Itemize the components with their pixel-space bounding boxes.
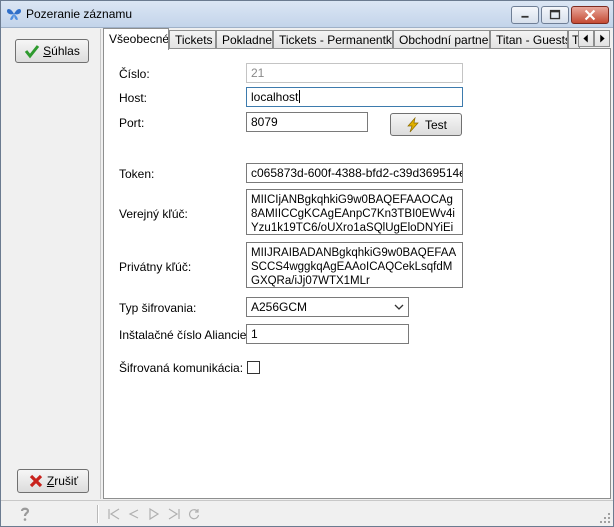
next-record-icon [149,507,160,521]
private-key-textarea[interactable]: MIIJRAIBADANBgkqhkiG9w0BAQEFAASCCS4wggkq… [246,242,463,288]
install-number-input[interactable]: 1 [246,324,409,344]
cancel-button-label: Zrušiť [46,474,79,488]
butterfly-app-icon [7,9,21,20]
record-view-window: Pozeranie záznamu Súhlas Zrušiť Všeobecn… [0,0,614,527]
ok-button[interactable]: Súhlas [15,39,89,63]
maximize-icon [549,9,561,20]
general-tab-page: Číslo: 21 Host: localhost Port: 8079 Tes… [103,48,611,499]
test-button-label: Test [424,117,447,132]
chevron-down-icon [394,304,404,310]
close-icon [584,9,596,21]
action-sidebar: Súhlas Zrušiť [3,29,101,499]
refresh-icon [188,509,200,520]
arrow-right-icon [600,34,605,43]
status-bar [1,500,613,526]
status-separator [97,505,99,523]
encryption-type-select[interactable]: A256GCM [246,297,409,317]
tab-scroll-left-button[interactable] [578,30,594,47]
tab-pokladne[interactable]: Pokladne [216,30,273,49]
previous-record-icon [128,509,139,519]
first-record-icon [108,508,120,520]
lightning-icon [407,116,419,132]
tab-scroll-right-button[interactable] [594,30,610,47]
last-record-icon [168,508,180,520]
tab-tickets[interactable]: Tickets [169,30,216,49]
maximize-button[interactable] [541,6,569,24]
port-input[interactable]: 8079 [246,112,368,132]
cislo-label: Číslo: [119,67,150,81]
resize-grip-icon[interactable] [599,512,611,524]
install-number-label: Inštalačné číslo Aliancie: [119,328,250,342]
private-key-label: Privátny kľúč: [119,260,192,274]
tab-strip: Všeobecné Tickets Pokladne Tickets - Per… [103,28,611,50]
public-key-textarea[interactable]: MIICIjANBgkqhkiG9w0BAQEFAAOCAg8AMIICCgKC… [246,189,463,235]
minimize-icon [521,15,529,18]
title-bar[interactable]: Pozeranie záznamu [1,1,613,28]
tab-titan-guests[interactable]: Titan - Guests [490,30,568,49]
ok-button-label: Súhlas [43,44,80,58]
encryption-type-label: Typ šifrovania: [119,301,197,315]
close-window-button[interactable] [571,6,609,24]
arrow-left-icon [583,34,588,43]
cancel-button[interactable]: Zrušiť [17,469,89,493]
host-label: Host: [119,91,148,105]
help-icon[interactable] [17,506,33,522]
host-input[interactable]: localhost [246,87,463,107]
port-label: Port: [119,116,145,130]
test-button[interactable]: Test [390,113,462,136]
tab-vseobecne[interactable]: Všeobecné [103,28,169,50]
text-caret [299,90,301,103]
checkmark-icon [24,45,40,59]
encrypted-comm-label: Šifrovaná komunikácia: [119,361,244,375]
token-input[interactable]: c065873d-600f-4388-bfd2-c39d369514eb [246,163,463,183]
tab-obchodni-partneri[interactable]: Obchodní partneri [393,30,490,49]
tab-tickets-permanentky[interactable]: Tickets - Permanentky [273,30,393,49]
cislo-field: 21 [246,63,463,83]
public-key-label: Verejný kľúč: [119,207,188,221]
minimize-button[interactable] [511,6,539,24]
token-label: Token: [119,167,155,181]
red-x-icon [29,474,43,488]
encrypted-comm-checkbox[interactable] [247,361,260,374]
encryption-type-value: A256GCM [251,300,308,314]
window-title: Pozeranie záznamu [26,7,133,21]
